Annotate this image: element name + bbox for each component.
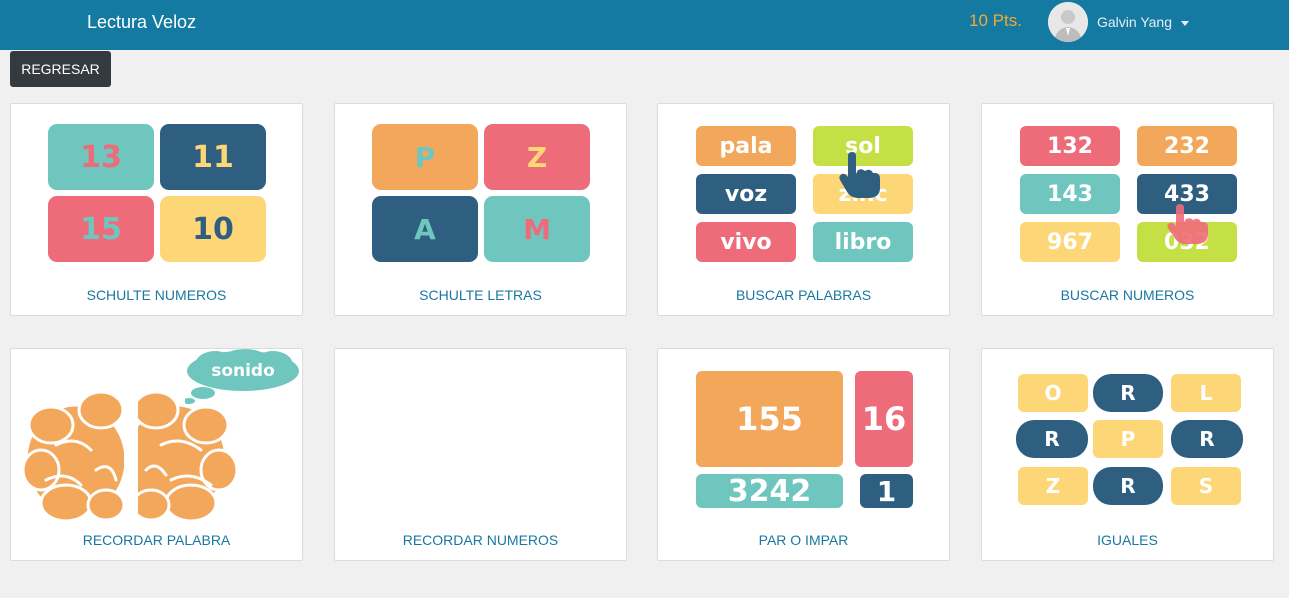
card-title: IGUALES	[1097, 532, 1158, 548]
recordar-numeros-illustration	[335, 349, 626, 524]
letter-tile: S	[1171, 467, 1241, 505]
word-tile: voz	[696, 174, 796, 214]
word-tile: libro	[813, 222, 913, 262]
number-tile: 3242	[696, 474, 843, 509]
card-title: RECORDAR PALABRA	[82, 532, 231, 548]
letter-tile: R	[1093, 467, 1163, 505]
card-recordar-palabra[interactable]: sonido RECORDAR PALABRA	[10, 348, 303, 561]
number-tile: 1	[860, 474, 913, 508]
word-tile: vivo	[696, 222, 796, 262]
letter-tile: Z	[484, 124, 590, 190]
letter-tile: O	[1018, 374, 1088, 412]
card-buscar-palabras[interactable]: pala sol voz zinc vivo libro BUSCAR PALA…	[657, 103, 950, 316]
number-tile: 232	[1137, 126, 1237, 166]
letter-tile: P	[1093, 420, 1163, 458]
letter-tile: R	[1093, 374, 1163, 412]
number-tile: 15	[48, 196, 154, 262]
app-brand[interactable]: Lectura Veloz	[87, 12, 196, 33]
card-title: PAR O IMPAR	[758, 532, 849, 548]
buscar-palabras-illustration: pala sol voz zinc vivo libro	[658, 104, 949, 279]
letter-tile: A	[372, 196, 478, 262]
user-menu-toggle[interactable]: Galvin Yang	[1097, 14, 1172, 30]
card-recordar-numeros[interactable]: RECORDAR NUMEROS	[334, 348, 627, 561]
par-o-impar-illustration: 155 16 3242 1	[658, 349, 949, 524]
schulte-numeros-illustration: 13 11 15 10	[11, 104, 302, 279]
letter-tile: P	[372, 124, 478, 190]
recordar-palabra-illustration: sonido	[11, 349, 302, 524]
letter-tile: Z	[1018, 467, 1088, 505]
buscar-numeros-illustration: 132 232 143 433 967 032	[982, 104, 1273, 279]
thought-bubble-word: sonido	[211, 361, 275, 381]
number-tile: 10	[160, 196, 266, 262]
pointing-hand-icon	[1167, 204, 1208, 244]
iguales-illustration: O R L R P R Z R S	[982, 349, 1273, 524]
word-tile: pala	[696, 126, 796, 166]
number-tile: 967	[1020, 222, 1120, 262]
user-avatar[interactable]	[1048, 2, 1088, 42]
letter-tile: R	[1171, 420, 1243, 458]
letter-tile: R	[1016, 420, 1088, 458]
card-title: SCHULTE NUMEROS	[86, 287, 227, 303]
top-navbar: Lectura Veloz 10 Pts. Galvin Yang	[0, 0, 1289, 50]
number-tile: 11	[160, 124, 266, 190]
card-schulte-numeros[interactable]: 13 11 15 10 SCHULTE NUMEROS	[10, 103, 303, 316]
card-title: BUSCAR PALABRAS	[735, 287, 872, 303]
avatar-silhouette-icon	[1048, 2, 1088, 42]
number-tile: 132	[1020, 126, 1120, 166]
number-tile: 13	[48, 124, 154, 190]
card-schulte-letras[interactable]: P Z A M SCHULTE LETRAS	[334, 103, 627, 316]
brain-icon	[21, 389, 239, 523]
points-counter: 10 Pts.	[969, 11, 1022, 30]
card-par-o-impar[interactable]: 155 16 3242 1 PAR O IMPAR	[657, 348, 950, 561]
number-tile: 16	[855, 371, 913, 467]
letter-tile: M	[484, 196, 590, 262]
pointing-hand-icon	[839, 152, 880, 198]
card-title: RECORDAR NUMEROS	[402, 532, 559, 548]
card-iguales[interactable]: O R L R P R Z R S IGUALES	[981, 348, 1274, 561]
schulte-letras-illustration: P Z A M	[335, 104, 626, 279]
card-title: SCHULTE LETRAS	[419, 287, 542, 303]
card-title: BUSCAR NUMEROS	[1060, 287, 1195, 303]
card-buscar-numeros[interactable]: 132 232 143 433 967 032 BUSCAR NUMEROS	[981, 103, 1274, 316]
chevron-down-icon[interactable]	[1181, 21, 1189, 26]
back-button[interactable]: REGRESAR	[10, 51, 111, 87]
letter-tile: L	[1171, 374, 1241, 412]
number-tile: 143	[1020, 174, 1120, 214]
number-tile: 155	[696, 371, 843, 467]
